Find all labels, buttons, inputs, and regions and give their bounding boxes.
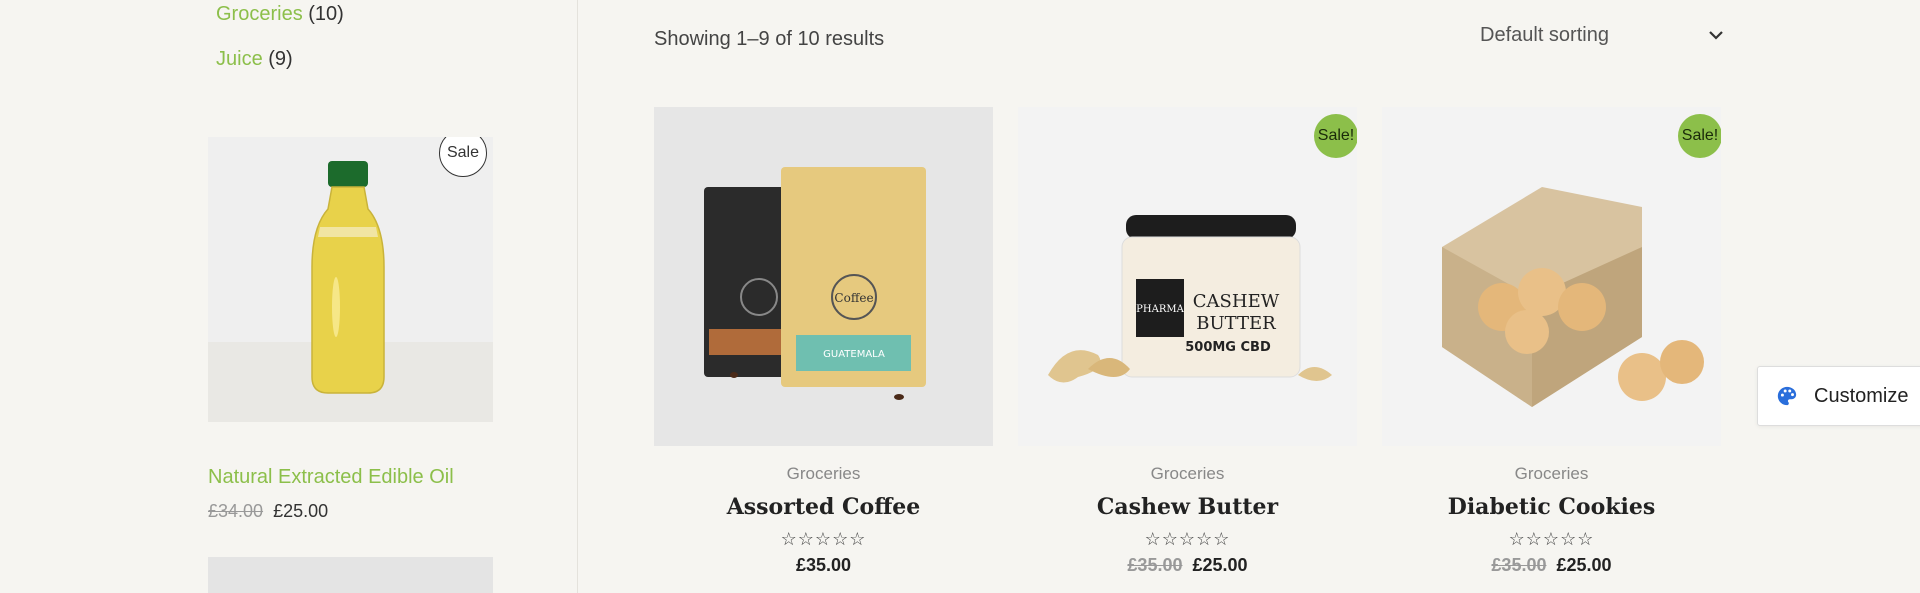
coffee-bags-graphic: Coffee GUATEMALA <box>704 167 926 400</box>
cashew-brand-label: PHARMA <box>1136 304 1184 315</box>
category-juice-count: (9) <box>268 48 293 70</box>
product-category[interactable]: Groceries <box>1018 464 1357 484</box>
featured-product-price: £34.00 £25.00 <box>208 501 328 522</box>
product-image[interactable]: Coffee GUATEMALA <box>654 107 993 446</box>
featured-old-price: £34.00 <box>208 501 264 521</box>
cookie-box-graphic <box>1442 187 1704 407</box>
product-category[interactable]: Groceries <box>654 464 993 484</box>
customize-label: Customize <box>1814 384 1909 407</box>
product-price: £35.00 £25.00 <box>1382 555 1721 576</box>
current-price: £25.00 <box>1556 555 1612 575</box>
chevron-down-icon <box>1709 31 1723 40</box>
current-price: £25.00 <box>1192 555 1248 575</box>
sidebar: Groceries (10) Juice (9) Sale Natural Ex… <box>0 0 578 593</box>
coffee-bag-label: Coffee <box>834 291 873 305</box>
product-image[interactable]: Sale! <box>1382 107 1721 446</box>
category-groceries[interactable]: Groceries (10) <box>216 3 344 26</box>
star-rating: ☆☆☆☆☆ <box>1508 529 1595 549</box>
cashew-label-line3: 500MG CBD <box>1185 340 1271 355</box>
sale-badge: Sale! <box>1678 114 1721 158</box>
product-title[interactable]: Diabetic Cookies <box>1382 494 1721 520</box>
old-price: £35.00 <box>1491 555 1547 575</box>
product-price: £35.00 £25.00 <box>1018 555 1357 576</box>
product-price: £35.00 <box>654 555 993 576</box>
product-title[interactable]: Assorted Coffee <box>654 494 993 520</box>
oil-bottle-graphic <box>311 161 385 394</box>
product-category[interactable]: Groceries <box>1382 464 1721 484</box>
featured-current-price: £25.00 <box>273 501 329 521</box>
next-product-image[interactable] <box>208 557 493 593</box>
product-card[interactable]: Sale! Groceries Diabetic Cookies ☆☆☆☆☆ £… <box>1382 107 1721 576</box>
category-juice[interactable]: Juice (9) <box>216 48 293 71</box>
featured-product-title[interactable]: Natural Extracted Edible Oil <box>208 466 454 489</box>
old-price: £35.00 <box>1127 555 1183 575</box>
current-price: £35.00 <box>795 555 852 575</box>
coffee-origin-label: GUATEMALA <box>823 349 885 360</box>
category-groceries-count: (10) <box>308 3 344 25</box>
product-card[interactable]: Coffee GUATEMALA Groceries Assorted Coff… <box>654 107 993 576</box>
sorting-select[interactable]: Default sorting <box>1480 20 1724 50</box>
product-title[interactable]: Cashew Butter <box>1018 494 1357 520</box>
product-image[interactable]: PHARMA CASHEW BUTTER 500MG CBD Sale! <box>1018 107 1357 446</box>
star-rating: ☆☆☆☆☆ <box>1144 529 1231 549</box>
star-rating: ☆☆☆☆☆ <box>780 529 867 549</box>
palette-icon <box>1777 386 1797 406</box>
sorting-label: Default sorting <box>1480 23 1609 46</box>
featured-product-image[interactable]: Sale <box>208 137 493 422</box>
cashew-label-line2: BUTTER <box>1196 313 1276 334</box>
product-card[interactable]: PHARMA CASHEW BUTTER 500MG CBD Sale! Gro… <box>1018 107 1357 576</box>
category-juice-link[interactable]: Juice <box>216 48 263 70</box>
category-groceries-link[interactable]: Groceries <box>216 3 303 25</box>
sale-badge: Sale! <box>1314 114 1357 158</box>
cashew-label-line1: CASHEW <box>1193 291 1280 312</box>
cashew-butter-graphic: PHARMA CASHEW BUTTER 500MG CBD <box>1048 215 1332 383</box>
results-count: Showing 1–9 of 10 results <box>654 28 885 50</box>
customize-button[interactable]: Customize <box>1757 366 1920 426</box>
